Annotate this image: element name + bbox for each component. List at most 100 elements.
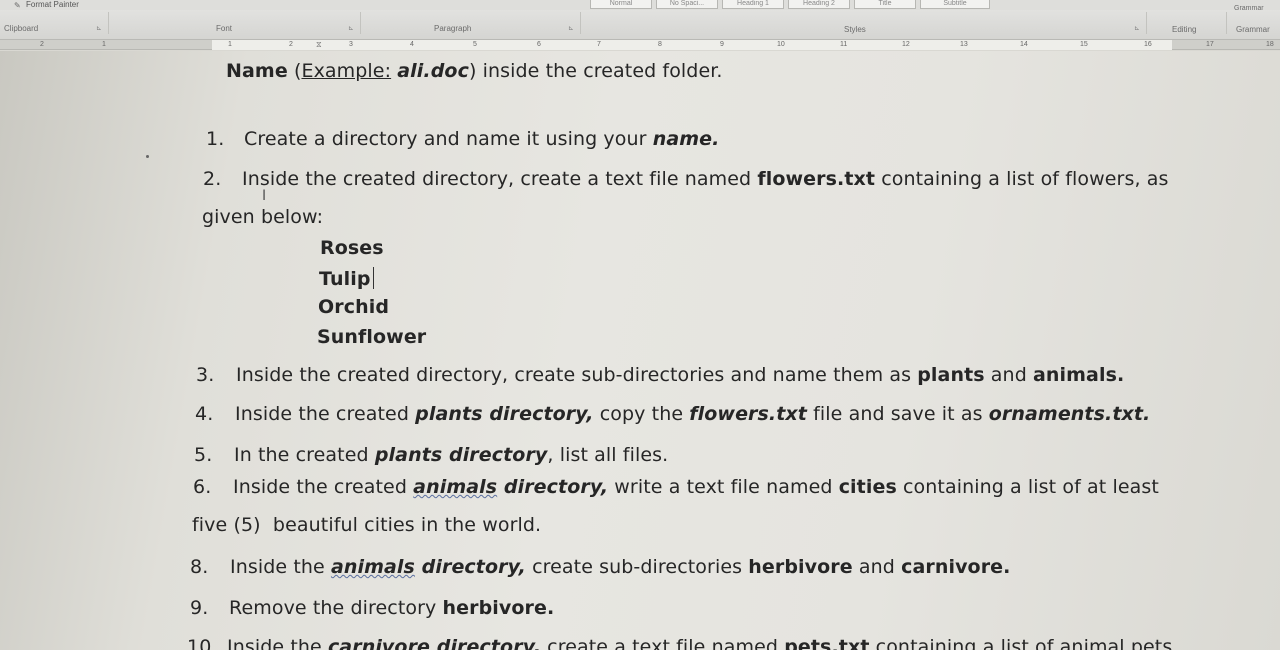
list-number: 5. [194, 444, 213, 466]
list-text: write a text file named [608, 476, 839, 498]
list-bold: herbivore. [442, 597, 555, 619]
style-normal[interactable]: Normal [590, 0, 652, 9]
list-emphasis: flowers.txt [689, 403, 807, 425]
list-text: Remove the directory [229, 597, 443, 619]
styles-launcher-icon[interactable]: ⊾ [1134, 24, 1140, 32]
paragraph-launcher-icon[interactable]: ⊾ [568, 24, 574, 32]
group-styles-label: Styles [844, 25, 866, 34]
grammarly-button[interactable]: Grammar [1234, 5, 1264, 12]
list-bold: plants [917, 364, 985, 386]
horizontal-ruler[interactable]: 2 1 1 2 3 4 5 6 7 8 9 10 11 12 13 14 15 … [0, 40, 1280, 50]
list-number: 3. [196, 364, 215, 386]
ruler-number: 2 [40, 41, 44, 48]
list-text: Inside the [227, 636, 328, 650]
list-text: create sub-directories [525, 556, 749, 578]
list-item-10: 10. Inside the carnivore directory, creat… [187, 636, 1172, 650]
ruler-number: 5 [473, 41, 477, 48]
ibeam-cursor-icon: I [262, 188, 267, 204]
list-item-3: 3. Inside the created directory, create s… [196, 364, 1124, 386]
stray-bullet [146, 155, 149, 158]
list-emphasis: directory, [497, 476, 609, 498]
example-filename: ali.doc [397, 60, 469, 82]
text-caret [372, 267, 374, 289]
ruler-number: 2 [289, 41, 293, 48]
list-text: containing a list of at least [896, 476, 1159, 498]
list-text: Inside the [230, 556, 331, 578]
style-subtitle[interactable]: Subtitle [920, 0, 990, 9]
intro-label: Name [226, 60, 288, 82]
ruler-number: 10 [777, 41, 785, 48]
list-emphasis: plants directory [374, 444, 548, 466]
format-painter-icon[interactable]: ✎ [14, 1, 24, 10]
ruler-number: 4 [410, 41, 414, 48]
format-painter-button[interactable]: Format Painter [26, 0, 79, 9]
list-text: create a text file named [541, 636, 785, 650]
ruler-number: 17 [1206, 41, 1214, 48]
word-window: ✎ Format Painter Normal No Spaci... Head… [0, 0, 1280, 650]
group-separator [1146, 12, 1147, 34]
list-number: 9. [190, 597, 209, 619]
list-bold: pets.txt [784, 636, 870, 650]
style-no-spacing[interactable]: No Spaci... [656, 0, 718, 9]
style-heading-2[interactable]: Heading 2 [788, 0, 850, 9]
ruler-number: 1 [228, 41, 232, 48]
list-item-8: 8. Inside the animals directory, create s… [190, 556, 1010, 578]
list-bold: flowers.txt [757, 168, 876, 190]
group-font-label: Font [216, 24, 233, 33]
list-emphasis-spellcheck: animals [330, 556, 415, 578]
group-paragraph-label: Paragraph [434, 24, 472, 33]
list-item-5: 5. In the created plants directory, list … [194, 444, 668, 466]
flower-item-with-caret: Tulip [319, 267, 374, 290]
group-clipboard-label: Clipboard [4, 24, 39, 33]
list-emphasis: ornaments.txt. [988, 403, 1151, 425]
list-item-9: 9. Remove the directory herbivore. [190, 597, 554, 619]
ruler-number: 13 [960, 41, 968, 48]
list-text: file and save it as [806, 403, 989, 425]
list-text: Inside the created [235, 403, 416, 425]
group-separator [360, 12, 361, 34]
ruler-number: 8 [658, 41, 662, 48]
style-title[interactable]: Title [854, 0, 916, 9]
list-text: In the created [234, 444, 375, 466]
list-text: Inside the created directory, create sub… [236, 364, 918, 386]
flower-item: Tulip [319, 268, 371, 290]
list-text: Create a directory and name it using you… [244, 128, 653, 150]
list-item-6: 6. Inside the created animals directory, … [193, 476, 1159, 498]
list-emphasis: name. [652, 128, 720, 150]
list-number: 4. [195, 403, 214, 425]
list-item-2: 2. Inside the created directory, create a… [203, 168, 1168, 190]
ruler-number: 3 [349, 41, 353, 48]
intro-paren: ( [287, 60, 302, 82]
clipboard-launcher-icon[interactable]: ⊾ [96, 24, 102, 32]
flower-item: Roses [320, 237, 384, 259]
group-grammar-label: Grammar [1236, 25, 1270, 34]
list-number: 6. [193, 476, 212, 498]
list-text: copy the [593, 403, 690, 425]
ribbon: ✎ Format Painter Normal No Spaci... Head… [0, 0, 1280, 40]
intro-rest: ) inside the created folder. [468, 60, 723, 82]
ruler-number: 15 [1080, 41, 1088, 48]
font-launcher-icon[interactable]: ⊾ [348, 24, 354, 32]
list-emphasis: directory, [414, 556, 526, 578]
list-emphasis: carnivore directory, [327, 636, 542, 650]
ruler-number: 11 [840, 41, 848, 48]
indent-marker-icon[interactable]: ⧖ [316, 40, 328, 50]
list-text: , list all files. [547, 444, 669, 466]
example-label: Example: [301, 60, 392, 82]
ruler-number: 1 [102, 41, 106, 48]
list-bold: herbivore [748, 556, 853, 578]
list-number: 2. [203, 168, 222, 190]
list-item-2-continuation: given below: [202, 206, 324, 228]
ruler-number: 16 [1144, 41, 1152, 48]
ruler-number: 9 [720, 41, 724, 48]
ruler-number: 12 [902, 41, 910, 48]
list-text: and [852, 556, 902, 578]
style-heading-1[interactable]: Heading 1 [722, 0, 784, 9]
flower-item: Sunflower [317, 326, 427, 348]
group-editing-label: Editing [1172, 25, 1197, 34]
list-bold: animals. [1033, 364, 1125, 386]
list-bold: carnivore. [901, 556, 1011, 578]
list-text: containing a list of flowers, as [875, 168, 1169, 190]
list-text: and [984, 364, 1033, 386]
list-text: Inside the created [233, 476, 414, 498]
